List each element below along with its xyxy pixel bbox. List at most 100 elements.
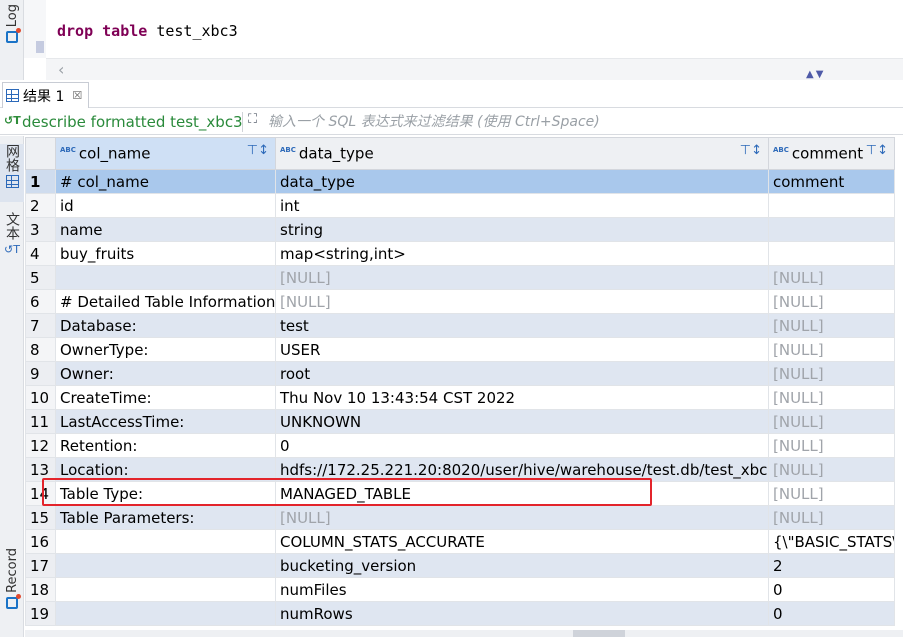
table-row[interactable]: 17 bucketing_version 2 (25, 553, 895, 578)
cell-col-name[interactable]: Database: (55, 313, 276, 338)
row-number[interactable]: 3 (25, 217, 56, 242)
cell-data-type[interactable]: numFiles (275, 577, 769, 602)
cell-data-type[interactable]: [NULL] (275, 265, 769, 290)
cell-comment[interactable]: 2 (768, 553, 895, 578)
sql-editor[interactable]: Log drop table test_xbc3 ‹ ▲▼ (0, 0, 903, 80)
cell-col-name[interactable]: buy_fruits (55, 241, 276, 266)
scrollbar-thumb[interactable] (573, 630, 625, 637)
table-row[interactable]: 16 COLUMN_STATS_ACCURATE {\"BASIC_STATS\" (25, 529, 895, 554)
cell-comment[interactable]: {\"BASIC_STATS\" (768, 529, 895, 554)
tab-grid-view[interactable]: 网格 (0, 144, 24, 202)
column-header-col-name[interactable]: ABC col_name ⊤↕ (55, 137, 276, 170)
table-row[interactable]: 11 LastAccessTime: UNKNOWN [NULL] (25, 409, 895, 434)
table-row[interactable]: 13 Location: hdfs://172.25.221.20:8020/use… (25, 457, 895, 482)
cell-col-name[interactable] (55, 553, 276, 578)
row-number[interactable]: 19 (25, 601, 56, 626)
cell-col-name[interactable]: Table Type: (55, 481, 276, 506)
table-row[interactable]: 6 # Detailed Table Information [NULL] [NULL… (25, 289, 895, 314)
query-label[interactable]: describe formatted test_xbc3 (22, 113, 243, 131)
cell-data-type[interactable]: hdfs://172.25.221.20:8020/user/hive/ware… (275, 457, 769, 482)
row-number[interactable]: 17 (25, 553, 56, 578)
cell-col-name[interactable]: Owner: (55, 361, 276, 386)
cell-data-type[interactable]: USER (275, 337, 769, 362)
cell-comment[interactable]: 0 (768, 601, 895, 626)
row-number[interactable]: 18 (25, 577, 56, 602)
row-number[interactable]: 16 (25, 529, 56, 554)
cell-comment[interactable]: [NULL] (768, 289, 895, 314)
cell-col-name[interactable]: Retention: (55, 433, 276, 458)
row-number[interactable]: 6 (25, 289, 56, 314)
cell-comment[interactable] (768, 217, 895, 242)
row-number[interactable]: 12 (25, 433, 56, 458)
cell-comment[interactable]: [NULL] (768, 433, 895, 458)
row-number[interactable]: 10 (25, 385, 56, 410)
row-number[interactable]: 11 (25, 409, 56, 434)
row-number[interactable]: 5 (25, 265, 56, 290)
row-number[interactable]: 1 (25, 169, 56, 194)
row-number[interactable]: 14 (25, 481, 56, 506)
cell-data-type[interactable]: test (275, 313, 769, 338)
cell-comment[interactable]: 0 (768, 577, 895, 602)
cell-data-type[interactable]: [NULL] (275, 505, 769, 530)
row-number[interactable]: 2 (25, 193, 56, 218)
cell-col-name[interactable]: CreateTime: (55, 385, 276, 410)
cell-data-type[interactable]: int (275, 193, 769, 218)
cell-data-type[interactable]: map<string,int> (275, 241, 769, 266)
log-tab[interactable]: Log (2, 4, 22, 64)
sql-statement[interactable]: drop table test_xbc3 (57, 22, 238, 40)
table-row[interactable]: 2 id int (25, 193, 895, 218)
row-number-header[interactable] (25, 137, 56, 170)
scroll-left-icon[interactable]: ‹ (58, 60, 64, 79)
table-row[interactable]: 3 name string (25, 217, 895, 242)
cell-col-name[interactable]: OwnerType: (55, 337, 276, 362)
cell-data-type[interactable]: [NULL] (275, 289, 769, 314)
sort-filter-icon[interactable]: ⊤↕ (866, 143, 888, 158)
table-row[interactable]: 14 Table Type: MANAGED_TABLE [NULL] (25, 481, 895, 506)
cell-data-type[interactable]: COLUMN_STATS_ACCURATE (275, 529, 769, 554)
table-row[interactable]: 18 numFiles 0 (25, 577, 895, 602)
cell-data-type[interactable]: UNKNOWN (275, 409, 769, 434)
cell-comment[interactable]: [NULL] (768, 265, 895, 290)
cell-comment[interactable]: [NULL] (768, 385, 895, 410)
filter-input[interactable] (268, 111, 898, 133)
cell-data-type[interactable]: data_type (275, 169, 769, 194)
cell-data-type[interactable]: string (275, 217, 769, 242)
table-row[interactable]: 7 Database: test [NULL] (25, 313, 895, 338)
cell-comment[interactable]: [NULL] (768, 457, 895, 482)
cell-comment[interactable]: [NULL] (768, 313, 895, 338)
cell-comment[interactable]: [NULL] (768, 481, 895, 506)
cell-comment[interactable]: [NULL] (768, 337, 895, 362)
cell-col-name[interactable]: LastAccessTime: (55, 409, 276, 434)
close-tab-icon[interactable]: ☒ (72, 89, 82, 102)
cell-col-name[interactable]: # Detailed Table Information (55, 289, 276, 314)
cell-col-name[interactable] (55, 265, 276, 290)
editor-horizontal-scrollbar[interactable]: ‹ ▲▼ (46, 58, 903, 80)
cell-data-type[interactable]: Thu Nov 10 13:43:54 CST 2022 (275, 385, 769, 410)
cell-col-name[interactable] (55, 577, 276, 602)
cell-col-name[interactable]: id (55, 193, 276, 218)
cell-col-name[interactable]: # col_name (55, 169, 276, 194)
cell-comment[interactable]: [NULL] (768, 505, 895, 530)
panel-resize-icon[interactable]: ▲▼ (806, 69, 825, 80)
table-row[interactable]: 12 Retention: 0 [NULL] (25, 433, 895, 458)
table-row[interactable]: 4 buy_fruits map<string,int> (25, 241, 895, 266)
cell-data-type[interactable]: 0 (275, 433, 769, 458)
column-header-data-type[interactable]: ABC data_type ⊤↕ (275, 137, 769, 170)
result-grid[interactable]: ABC col_name ⊤↕ ABC data_type ⊤↕ ABC commen… (25, 137, 903, 637)
row-number[interactable]: 7 (25, 313, 56, 338)
row-number[interactable]: 9 (25, 361, 56, 386)
cell-comment[interactable]: comment (768, 169, 895, 194)
table-row[interactable]: 9 Owner: root [NULL] (25, 361, 895, 386)
row-number[interactable]: 8 (25, 337, 56, 362)
cell-comment[interactable] (768, 241, 895, 266)
cell-col-name[interactable]: Location: (55, 457, 276, 482)
expand-filter-icon[interactable]: ⛶ (248, 112, 257, 127)
table-row[interactable]: 19 numRows 0 (25, 601, 895, 626)
cell-data-type[interactable]: numRows (275, 601, 769, 626)
tab-text-view[interactable]: 文本 ↺T (0, 212, 24, 268)
tab-result-1[interactable]: 结果 1 ☒ (2, 82, 90, 108)
cell-col-name[interactable] (55, 601, 276, 626)
grid-horizontal-scrollbar[interactable] (25, 630, 903, 637)
cell-comment[interactable] (768, 193, 895, 218)
cell-data-type[interactable]: bucketing_version (275, 553, 769, 578)
